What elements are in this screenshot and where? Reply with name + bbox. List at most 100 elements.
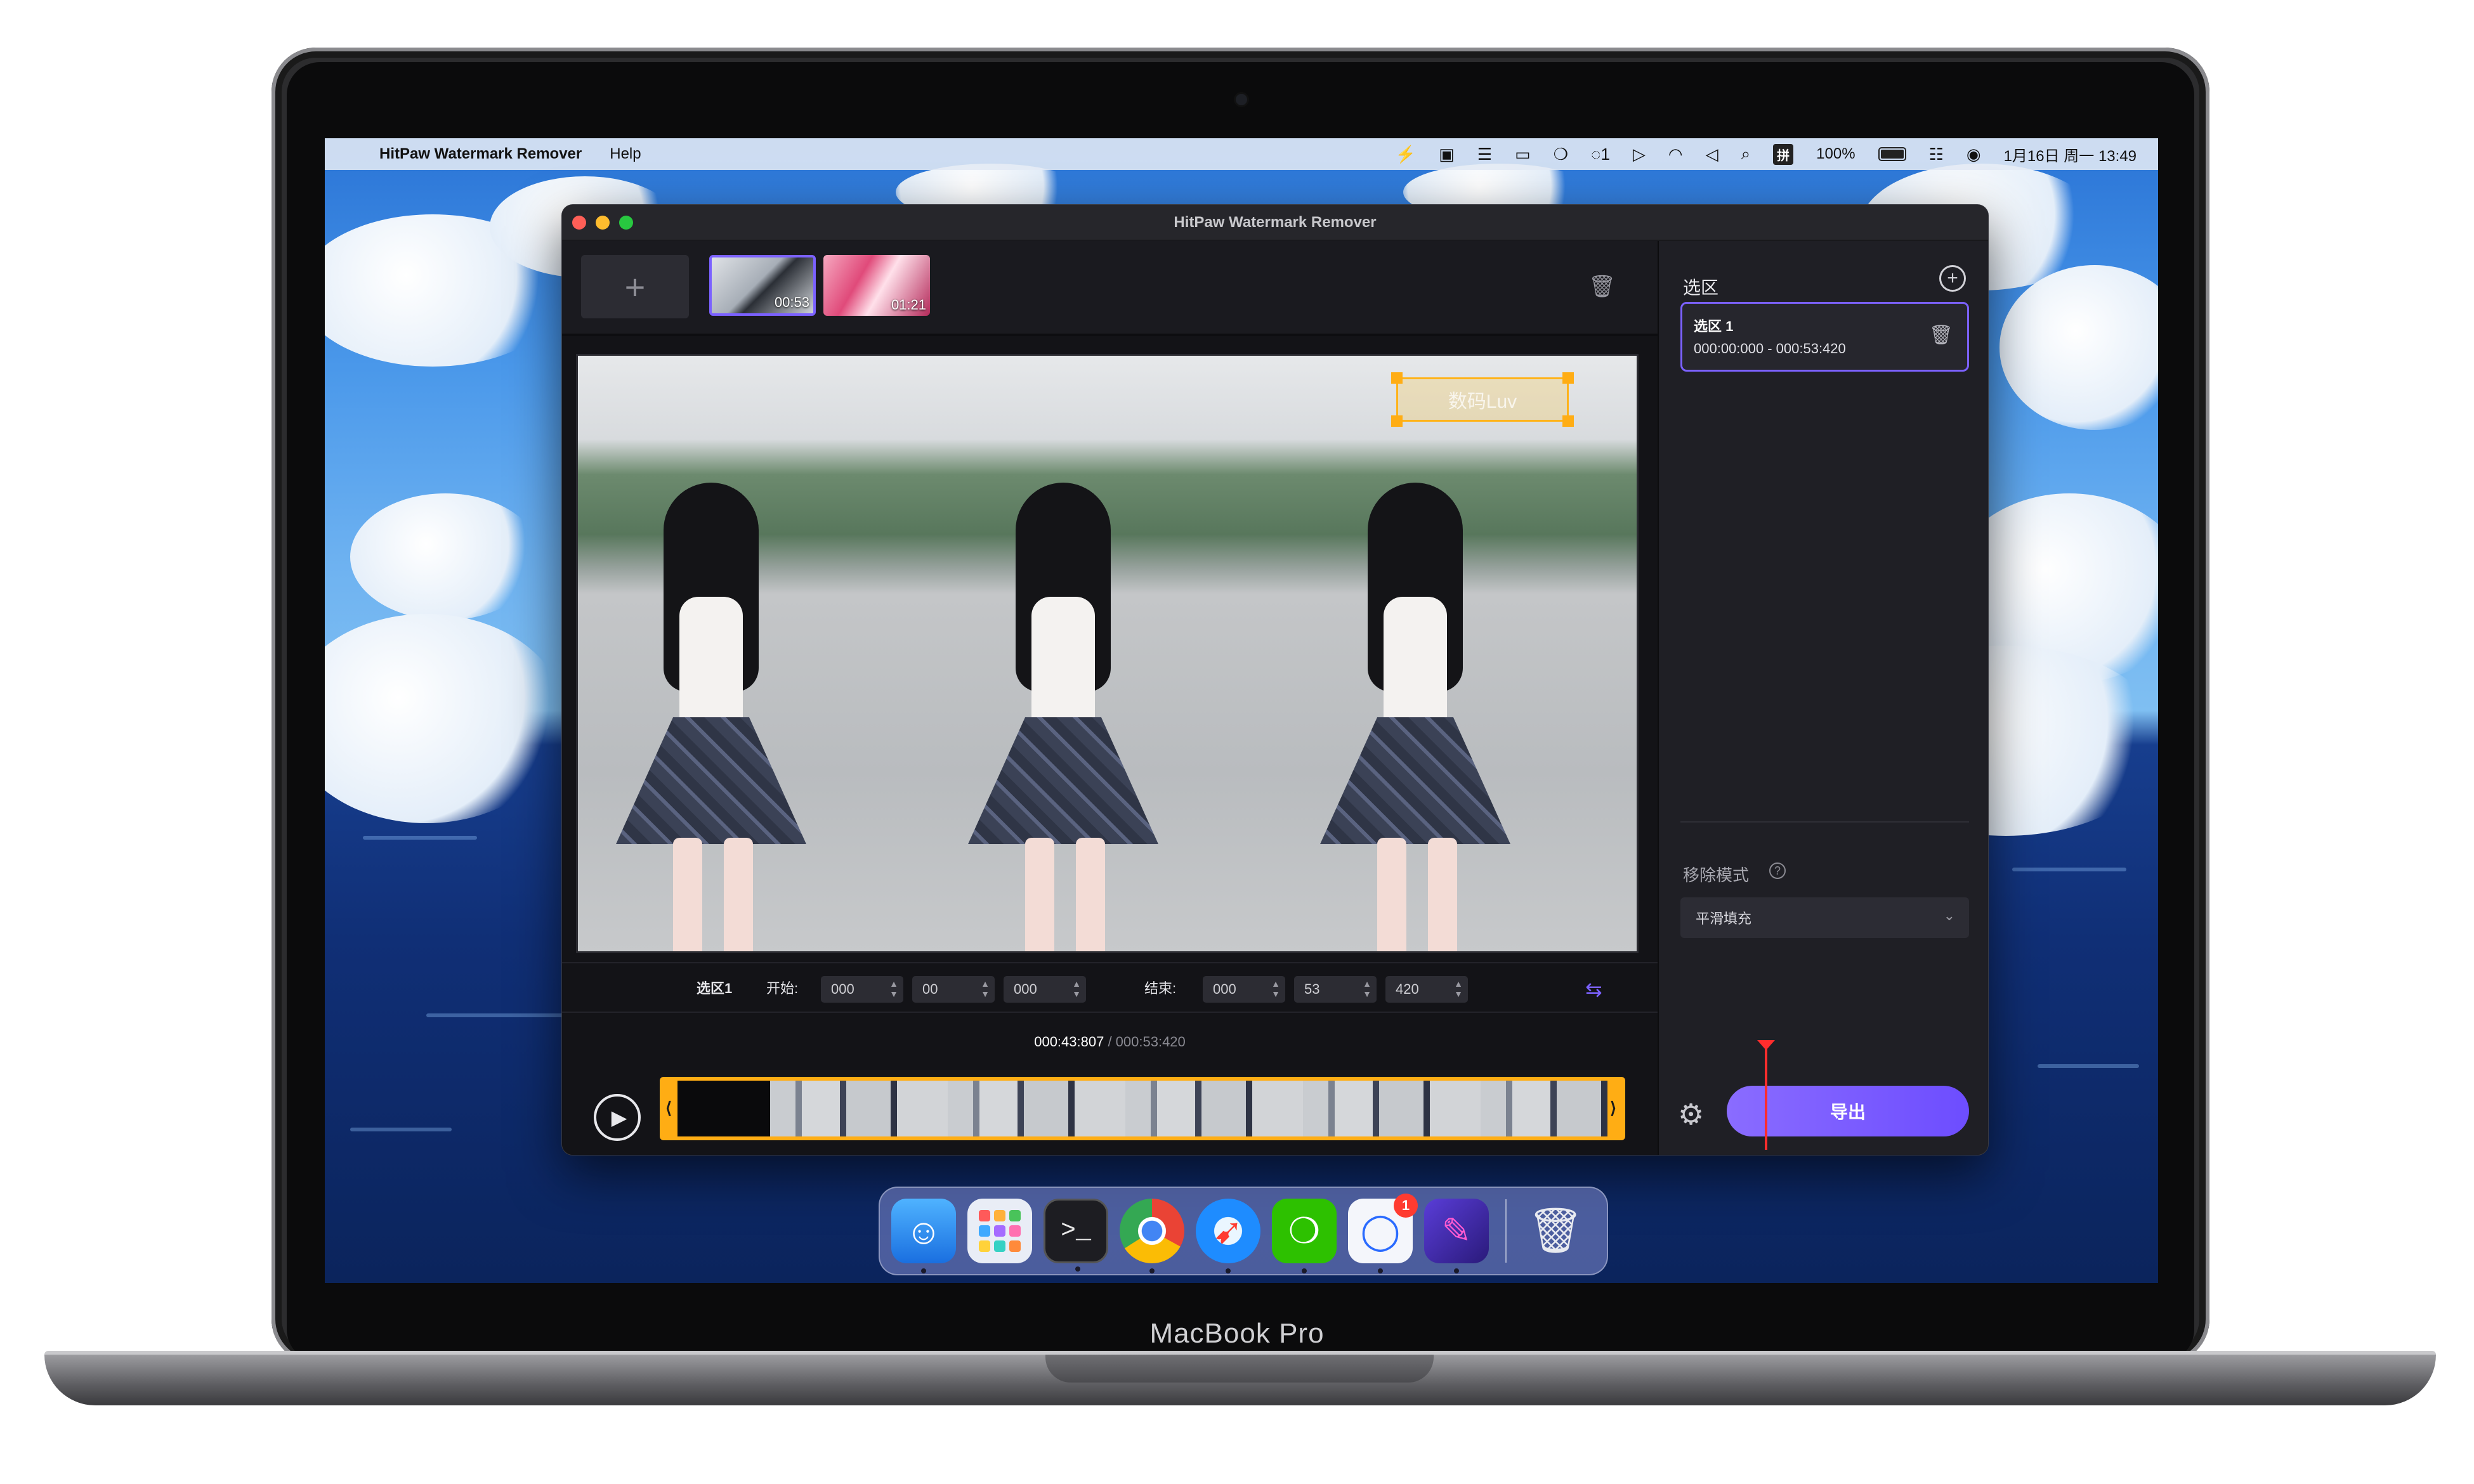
window-title: HitPaw Watermark Remover	[1174, 213, 1377, 231]
end-minutes-stepper[interactable]: 000 ▲ ▼	[1203, 976, 1285, 1003]
media-thumbnail[interactable]: 00:53	[709, 255, 816, 316]
selection-label: 选区1	[697, 980, 733, 996]
playhead[interactable]	[1765, 1043, 1767, 1150]
cloud	[1999, 265, 2158, 430]
resize-handle[interactable]	[1391, 372, 1403, 384]
current-time: 000:43:807	[1034, 1034, 1104, 1050]
time-controls: 选区1 开始: 000 ▲ ▼ 00 ▲ ▼ 000 ▲ ▼ 结束: 000 ▲ ▼ 53 ▲ ▼	[562, 962, 1658, 1013]
menu-bar: HitPaw Watermark Remover Help ⚡ ▣ ☰ ▭ ❍ …	[325, 138, 2158, 170]
battery-percent: 100%	[1816, 145, 1856, 162]
media-bar: + 00:53 01:21 🗑	[562, 241, 1658, 336]
play-circle-icon[interactable]: ▷	[1633, 145, 1646, 164]
start-label: 开始:	[766, 980, 799, 996]
trash-icon[interactable]: 🗑	[1588, 274, 1616, 299]
selection-range: 000:00:000 - 000:53:420	[1694, 341, 1846, 356]
siri-icon[interactable]: ◉	[1967, 145, 1981, 164]
volume-icon[interactable]: ◁	[1706, 145, 1718, 164]
watermark-selection-box[interactable]: 数码Luv	[1391, 372, 1574, 427]
trim-start-handle[interactable]: ⟨	[665, 1098, 672, 1118]
finder-icon[interactable]: ☺	[891, 1199, 956, 1273]
menu-app-name[interactable]: HitPaw Watermark Remover	[379, 145, 582, 163]
chevron-down-icon: ⌄	[1943, 908, 1955, 923]
app-window: HitPaw Watermark Remover + 00:53 01:21 🗑	[561, 204, 1989, 1155]
thumbnail-duration: 00:53	[774, 294, 809, 310]
desktop: HitPaw Watermark Remover Help ⚡ ▣ ☰ ▭ ❍ …	[325, 138, 2158, 1283]
watermark-text: 数码Luv	[1448, 391, 1517, 412]
video-frame-figure	[955, 476, 1165, 951]
end-label: 结束:	[1144, 980, 1177, 996]
search-icon[interactable]: ⌕	[1741, 144, 1751, 164]
export-button[interactable]: 导出	[1727, 1086, 1969, 1136]
play-button[interactable]: ▶	[594, 1094, 641, 1141]
add-media-button[interactable]: +	[581, 255, 689, 318]
removal-mode-select[interactable]: 平滑填充 ⌄	[1680, 897, 1969, 938]
video-preview[interactable]: 数码Luv	[576, 354, 1639, 953]
end-millis-stepper[interactable]: 420 ▲ ▼	[1385, 976, 1468, 1003]
notification-badge: 1	[1394, 1194, 1418, 1218]
input-method-badge[interactable]: 拼	[1773, 143, 1794, 165]
timeline-track[interactable]	[660, 1077, 1625, 1140]
removal-mode-label: 移除模式	[1683, 866, 1750, 885]
divider	[1680, 821, 1969, 823]
dock-separator	[1505, 1199, 1507, 1263]
display-icon[interactable]: ▭	[1515, 145, 1531, 164]
trim-end-handle[interactable]: ⟩	[1610, 1098, 1616, 1118]
wifi-icon[interactable]: ◠	[1668, 145, 1683, 164]
trash-icon[interactable]: 🗑	[1523, 1199, 1588, 1263]
wechat-icon[interactable]: ❍	[1272, 1199, 1337, 1273]
wechat-icon[interactable]: ❍	[1554, 145, 1568, 164]
base-notch	[1045, 1355, 1434, 1383]
minimize-button[interactable]	[596, 216, 610, 230]
close-button[interactable]	[572, 216, 586, 230]
gear-icon[interactable]: ⚙	[1678, 1097, 1704, 1131]
swap-icon[interactable]: ⇆	[1585, 977, 1602, 1001]
notification-count: 1	[1600, 144, 1610, 164]
control-center-icon[interactable]: ☷	[1929, 145, 1944, 164]
dock: ☺ >_ ➹ ❍ ◯ 1 ✎ 🗑	[879, 1187, 1608, 1275]
image-icon[interactable]: ▣	[1439, 145, 1455, 164]
trash-icon[interactable]: 🗑	[1929, 324, 1953, 346]
end-seconds-stepper[interactable]: 53 ▲ ▼	[1294, 976, 1377, 1003]
time-separator: /	[1104, 1034, 1116, 1050]
battery-icon[interactable]	[1878, 147, 1906, 161]
wave	[2038, 1064, 2139, 1068]
start-minutes-stepper[interactable]: 000 ▲ ▼	[821, 976, 903, 1003]
window-titlebar: HitPaw Watermark Remover	[562, 205, 1988, 240]
cloud	[325, 614, 566, 823]
chrome-icon[interactable]	[1120, 1199, 1184, 1273]
help-icon[interactable]: ?	[1769, 862, 1786, 879]
maximize-button[interactable]	[619, 216, 633, 230]
wave	[363, 836, 477, 840]
add-selection-icon[interactable]: +	[1939, 265, 1966, 292]
terminal-icon[interactable]: >_	[1044, 1199, 1108, 1272]
video-frame-figure	[1307, 476, 1517, 951]
removal-mode-value: 平滑填充	[1696, 911, 1752, 927]
resize-handle[interactable]	[1562, 372, 1574, 384]
video-frame-figure	[603, 476, 813, 951]
thumbnail-duration: 01:21	[891, 297, 926, 313]
menu-help[interactable]: Help	[610, 145, 641, 163]
toggle-icon[interactable]: ☰	[1477, 145, 1492, 164]
selection-panel: 选区 + 选区 1 000:00:000 - 000:53:420 🗑 移除模式…	[1658, 241, 1988, 1155]
selection-card[interactable]: 选区 1 000:00:000 - 000:53:420 🗑	[1680, 302, 1969, 372]
safari-icon[interactable]: ➹	[1196, 1199, 1260, 1273]
start-millis-stepper[interactable]: 000 ▲ ▼	[1004, 976, 1086, 1003]
launchpad-icon[interactable]	[967, 1199, 1032, 1263]
start-seconds-stepper[interactable]: 00 ▲ ▼	[912, 976, 995, 1003]
wave	[426, 1013, 566, 1017]
chat-icon[interactable]: ◌1	[1591, 145, 1610, 164]
hitpaw-icon[interactable]: ✎	[1424, 1199, 1489, 1273]
bolt-icon[interactable]: ⚡	[1396, 145, 1416, 164]
timecode: 000:43:807 / 000:53:420	[562, 1034, 1658, 1050]
media-thumbnail[interactable]: 01:21	[823, 255, 930, 316]
selection-name: 选区 1	[1694, 318, 1734, 334]
total-time: 000:53:420	[1115, 1034, 1186, 1050]
messages-icon[interactable]: ◯ 1	[1348, 1194, 1418, 1273]
panel-title: 选区	[1683, 278, 1719, 297]
timeline-frames	[770, 1081, 1607, 1136]
resize-handle[interactable]	[1391, 415, 1403, 427]
wave	[350, 1128, 452, 1131]
resize-handle[interactable]	[1562, 415, 1574, 427]
menu-clock[interactable]: 1月16日 周一 13:49	[2004, 143, 2137, 166]
camera-icon	[1236, 94, 1247, 105]
